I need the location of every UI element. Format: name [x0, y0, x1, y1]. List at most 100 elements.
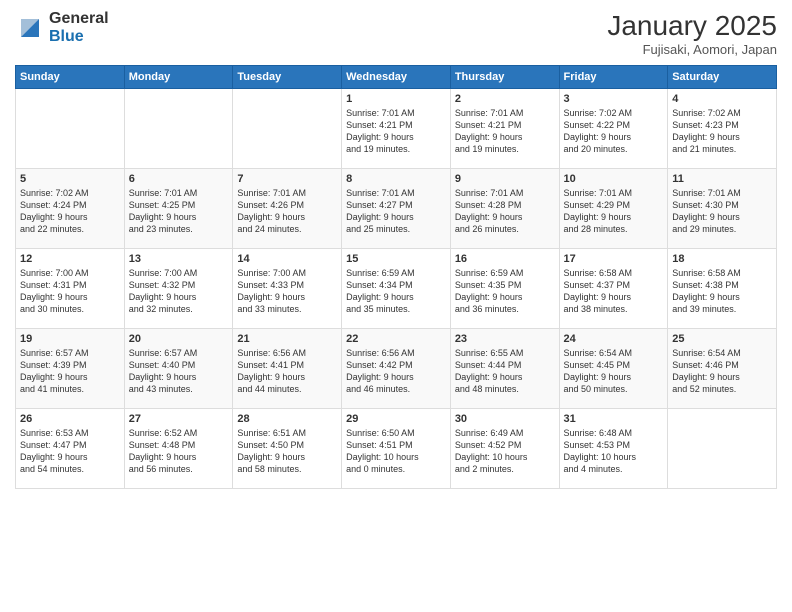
- day-number: 18: [672, 253, 772, 265]
- day-number: 11: [672, 173, 772, 185]
- day-cell: 22 Sunrise: 6:56 AM Sunset: 4:42 PM Dayli…: [342, 329, 451, 409]
- day-cell: 12Sunrise: 7:00 AM Sunset: 4:31 PM Dayli…: [16, 249, 125, 329]
- day-content: Sunrise: 7:00 AM Sunset: 4:33 PM Dayligh…: [237, 267, 337, 316]
- day-content: Sunrise: 6:51 AM Sunset: 4:50 PM Dayligh…: [237, 427, 337, 476]
- day-cell: 24 Sunrise: 6:54 AM Sunset: 4:45 PM Dayli…: [559, 329, 668, 409]
- day-cell: 3Sunrise: 7:02 AM Sunset: 4:22 PM Daylig…: [559, 89, 668, 169]
- day-content: Sunrise: 6:49 AM Sunset: 4:52 PM Dayligh…: [455, 427, 555, 476]
- day-content: Sunrise: 6:54 AM Sunset: 4:46 PM Dayligh…: [672, 347, 772, 396]
- weekday-header-thursday: Thursday: [450, 66, 559, 89]
- day-cell: 27 Sunrise: 6:52 AM Sunset: 4:48 PM Dayli…: [124, 409, 233, 489]
- day-content: Sunrise: 6:56 AM Sunset: 4:42 PM Dayligh…: [346, 347, 446, 396]
- page-header: General Blue January 2025 Fujisaki, Aomo…: [15, 10, 777, 57]
- day-content: Sunrise: 6:56 AM Sunset: 4:41 PM Dayligh…: [237, 347, 337, 396]
- calendar-table: SundayMondayTuesdayWednesdayThursdayFrid…: [15, 65, 777, 489]
- day-cell: 19 Sunrise: 6:57 AM Sunset: 4:39 PM Dayli…: [16, 329, 125, 409]
- day-number: 22: [346, 333, 446, 345]
- day-number: 9: [455, 173, 555, 185]
- day-content: Sunrise: 6:48 AM Sunset: 4:53 PM Dayligh…: [564, 427, 664, 476]
- day-cell: 20 Sunrise: 6:57 AM Sunset: 4:40 PM Dayli…: [124, 329, 233, 409]
- day-content: Sunrise: 7:01 AM Sunset: 4:21 PM Dayligh…: [455, 107, 555, 156]
- day-number: 20: [129, 333, 229, 345]
- day-cell: 30Sunrise: 6:49 AM Sunset: 4:52 PM Dayli…: [450, 409, 559, 489]
- day-content: Sunrise: 7:01 AM Sunset: 4:28 PM Dayligh…: [455, 187, 555, 236]
- day-cell: [668, 409, 777, 489]
- day-number: 4: [672, 93, 772, 105]
- day-number: 16: [455, 253, 555, 265]
- day-content: Sunrise: 6:52 AM Sunset: 4:48 PM Dayligh…: [129, 427, 229, 476]
- day-number: 2: [455, 93, 555, 105]
- logo-text: General Blue: [49, 10, 109, 45]
- day-cell: 15 Sunrise: 6:59 AM Sunset: 4:34 PM Dayli…: [342, 249, 451, 329]
- weekday-header-monday: Monday: [124, 66, 233, 89]
- day-number: 17: [564, 253, 664, 265]
- day-cell: 1 Sunrise: 7:01 AM Sunset: 4:21 PM Daylig…: [342, 89, 451, 169]
- day-number: 31: [564, 413, 664, 425]
- day-number: 21: [237, 333, 337, 345]
- day-cell: 26Sunrise: 6:53 AM Sunset: 4:47 PM Dayli…: [16, 409, 125, 489]
- day-content: Sunrise: 7:00 AM Sunset: 4:32 PM Dayligh…: [129, 267, 229, 316]
- day-number: 23: [455, 333, 555, 345]
- day-cell: 7 Sunrise: 7:01 AM Sunset: 4:26 PM Daylig…: [233, 169, 342, 249]
- day-content: Sunrise: 7:01 AM Sunset: 4:25 PM Dayligh…: [129, 187, 229, 236]
- day-cell: 28 Sunrise: 6:51 AM Sunset: 4:50 PM Dayli…: [233, 409, 342, 489]
- day-content: Sunrise: 6:55 AM Sunset: 4:44 PM Dayligh…: [455, 347, 555, 396]
- week-row-0: 1 Sunrise: 7:01 AM Sunset: 4:21 PM Daylig…: [16, 89, 777, 169]
- day-cell: 13 Sunrise: 7:00 AM Sunset: 4:32 PM Dayli…: [124, 249, 233, 329]
- day-cell: 4 Sunrise: 7:02 AM Sunset: 4:23 PM Daylig…: [668, 89, 777, 169]
- weekday-header-saturday: Saturday: [668, 66, 777, 89]
- day-cell: 31 Sunrise: 6:48 AM Sunset: 4:53 PM Dayli…: [559, 409, 668, 489]
- title-block: January 2025 Fujisaki, Aomori, Japan: [607, 10, 777, 57]
- day-content: Sunrise: 7:01 AM Sunset: 4:26 PM Dayligh…: [237, 187, 337, 236]
- day-content: Sunrise: 6:50 AM Sunset: 4:51 PM Dayligh…: [346, 427, 446, 476]
- day-content: Sunrise: 7:01 AM Sunset: 4:27 PM Dayligh…: [346, 187, 446, 236]
- day-number: 15: [346, 253, 446, 265]
- day-content: Sunrise: 7:02 AM Sunset: 4:23 PM Dayligh…: [672, 107, 772, 156]
- day-cell: 14 Sunrise: 7:00 AM Sunset: 4:33 PM Dayli…: [233, 249, 342, 329]
- day-cell: 11 Sunrise: 7:01 AM Sunset: 4:30 PM Dayli…: [668, 169, 777, 249]
- day-content: Sunrise: 6:57 AM Sunset: 4:39 PM Dayligh…: [20, 347, 120, 396]
- day-content: Sunrise: 6:59 AM Sunset: 4:34 PM Dayligh…: [346, 267, 446, 316]
- day-number: 1: [346, 93, 446, 105]
- day-cell: [16, 89, 125, 169]
- day-content: Sunrise: 7:02 AM Sunset: 4:22 PM Dayligh…: [564, 107, 664, 156]
- week-row-2: 12Sunrise: 7:00 AM Sunset: 4:31 PM Dayli…: [16, 249, 777, 329]
- logo-general: General: [49, 10, 109, 28]
- logo-icon: [15, 13, 45, 43]
- day-cell: [233, 89, 342, 169]
- day-content: Sunrise: 6:59 AM Sunset: 4:35 PM Dayligh…: [455, 267, 555, 316]
- day-number: 19: [20, 333, 120, 345]
- day-number: 8: [346, 173, 446, 185]
- week-row-4: 26Sunrise: 6:53 AM Sunset: 4:47 PM Dayli…: [16, 409, 777, 489]
- month-title: January 2025: [607, 10, 777, 42]
- day-content: Sunrise: 7:01 AM Sunset: 4:21 PM Dayligh…: [346, 107, 446, 156]
- day-cell: 5Sunrise: 7:02 AM Sunset: 4:24 PM Daylig…: [16, 169, 125, 249]
- weekday-header-sunday: Sunday: [16, 66, 125, 89]
- day-content: Sunrise: 6:58 AM Sunset: 4:37 PM Dayligh…: [564, 267, 664, 316]
- day-cell: 10Sunrise: 7:01 AM Sunset: 4:29 PM Dayli…: [559, 169, 668, 249]
- day-cell: 23 Sunrise: 6:55 AM Sunset: 4:44 PM Dayli…: [450, 329, 559, 409]
- logo-blue: Blue: [49, 28, 109, 46]
- day-number: 24: [564, 333, 664, 345]
- day-content: Sunrise: 6:54 AM Sunset: 4:45 PM Dayligh…: [564, 347, 664, 396]
- day-cell: 29 Sunrise: 6:50 AM Sunset: 4:51 PM Dayli…: [342, 409, 451, 489]
- day-number: 14: [237, 253, 337, 265]
- day-number: 29: [346, 413, 446, 425]
- day-number: 13: [129, 253, 229, 265]
- day-number: 27: [129, 413, 229, 425]
- weekday-header-row: SundayMondayTuesdayWednesdayThursdayFrid…: [16, 66, 777, 89]
- day-cell: [124, 89, 233, 169]
- day-cell: 9 Sunrise: 7:01 AM Sunset: 4:28 PM Daylig…: [450, 169, 559, 249]
- day-number: 28: [237, 413, 337, 425]
- day-cell: 17 Sunrise: 6:58 AM Sunset: 4:37 PM Dayli…: [559, 249, 668, 329]
- day-content: Sunrise: 6:58 AM Sunset: 4:38 PM Dayligh…: [672, 267, 772, 316]
- day-content: Sunrise: 6:57 AM Sunset: 4:40 PM Dayligh…: [129, 347, 229, 396]
- day-number: 7: [237, 173, 337, 185]
- week-row-3: 19 Sunrise: 6:57 AM Sunset: 4:39 PM Dayli…: [16, 329, 777, 409]
- day-content: Sunrise: 7:00 AM Sunset: 4:31 PM Dayligh…: [20, 267, 120, 316]
- day-content: Sunrise: 7:01 AM Sunset: 4:30 PM Dayligh…: [672, 187, 772, 236]
- day-content: Sunrise: 6:53 AM Sunset: 4:47 PM Dayligh…: [20, 427, 120, 476]
- logo: General Blue: [15, 10, 109, 45]
- day-cell: 25Sunrise: 6:54 AM Sunset: 4:46 PM Dayli…: [668, 329, 777, 409]
- day-content: Sunrise: 7:01 AM Sunset: 4:29 PM Dayligh…: [564, 187, 664, 236]
